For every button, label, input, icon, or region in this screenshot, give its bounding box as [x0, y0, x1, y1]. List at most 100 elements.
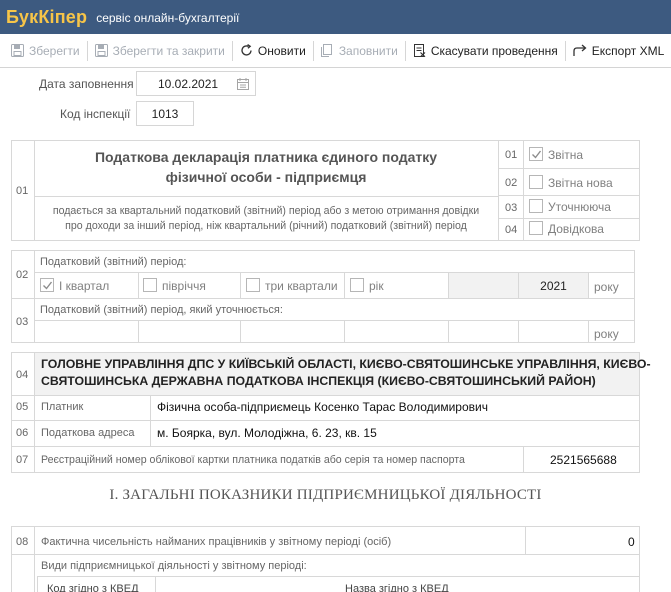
export-xml-button[interactable]: Експорт XML [568, 34, 669, 68]
type-reference-label: Довідкова [548, 222, 604, 236]
address-value[interactable]: м. Боярка, вул. Молодіжна, 6. 23, кв. 15 [157, 426, 377, 440]
cancel-posting-label: Скасувати проведення [430, 43, 558, 58]
period-half-year-label: півріччя [162, 279, 206, 293]
registration-number-label: Реєстраційний номер облікової картки пла… [41, 454, 465, 466]
toolbar-divider [86, 40, 88, 61]
divider [498, 168, 640, 169]
type-reference-checkbox[interactable] [529, 221, 543, 235]
payer-label: Платник [41, 401, 84, 413]
row-number: 05 [16, 401, 29, 413]
divider [155, 576, 156, 592]
divider [11, 395, 640, 396]
divider [344, 272, 345, 298]
fill-date-label: Дата заповнення [39, 77, 134, 91]
period-half-year-checkbox[interactable] [143, 278, 157, 292]
period-q1-checkbox[interactable] [40, 278, 54, 292]
toolbar-divider [231, 40, 233, 61]
period-year-field[interactable]: 2021 [519, 279, 588, 293]
employees-value[interactable]: 0 [628, 535, 635, 549]
type-clarifying-label: Уточнююча [548, 200, 611, 214]
period-year-label: рік [369, 279, 384, 293]
declaration-note: подається за квартальний податковий (зві… [34, 204, 498, 234]
divider [588, 320, 589, 343]
declaration-note-line2: про доходи за інший період, ніж кварталь… [65, 220, 467, 232]
address-label: Податкова адреса [41, 427, 135, 439]
declaration-note-line1: подається за квартальний податковий (зві… [52, 205, 480, 217]
divider [588, 272, 589, 298]
period-year-suffix: року [594, 280, 619, 294]
fill-date-value: 10.02.2021 [158, 76, 219, 91]
tax-authority-line2: СВЯТОШИНСЬКА ДЕРЖАВНА ПОДАТКОВА ІНСПЕКЦІ… [41, 374, 596, 388]
period-three-quarters-checkbox[interactable] [246, 278, 260, 292]
divider [448, 320, 449, 343]
declaration-title: Податкова декларація платника єдиного по… [34, 147, 498, 187]
section-1-title: І. ЗАГАЛЬНІ ПОКАЗНИКИ ПІДПРИЄМНИЦЬКОЇ ДІ… [109, 487, 542, 503]
fill-date-field[interactable]: 10.02.2021 [136, 71, 256, 96]
divider [34, 196, 498, 197]
cancel-posting-button[interactable]: Скасувати проведення [408, 34, 563, 68]
divider [498, 218, 640, 219]
period-correction-title: Податковий (звітний) період, який уточню… [40, 304, 283, 316]
employees-label: Фактична чисельність найманих працівникі… [41, 536, 392, 548]
declaration-title-line1: Податкова декларація платника єдиного по… [94, 149, 438, 165]
checkmark-icon [43, 281, 53, 290]
period-correction-year-suffix: року [594, 327, 619, 341]
row-number: 08 [16, 536, 29, 548]
tax-authority: ГОЛОВНЕ УПРАВЛІННЯ ДПС У КИЇВСЬКІЙ ОБЛАС… [41, 356, 651, 390]
refresh-button[interactable]: Оновити [235, 34, 311, 68]
registration-number-value[interactable]: 2521565688 [550, 453, 617, 467]
column-header-code: Код згідно з КВЕД [47, 583, 139, 592]
row-number: 07 [16, 454, 29, 466]
payer-value[interactable]: Фізична особа-підприємець Косенко Тарас … [157, 400, 488, 414]
type-clarifying-checkbox[interactable] [529, 199, 543, 213]
empty-cell [449, 273, 518, 298]
divider [518, 320, 519, 343]
save-close-button[interactable]: Зберегти та закрити [90, 34, 230, 68]
floppy-icon [94, 44, 108, 57]
divider [498, 195, 640, 196]
divider [34, 250, 35, 343]
calendar-icon[interactable] [237, 78, 249, 90]
fill-button[interactable]: Заповнити [316, 34, 403, 68]
row-number: 03 [16, 316, 29, 328]
divider [344, 320, 345, 343]
export-xml-label: Експорт XML [591, 43, 665, 58]
type-number: 02 [505, 177, 518, 189]
declaration-title-line2: фізичної особи - підприємця [165, 169, 367, 185]
refresh-label: Оновити [257, 43, 306, 58]
type-new-reporting-label: Звітна нова [548, 176, 613, 190]
row-number: 01 [16, 185, 29, 197]
column-header-name: Назва згідно з КВЕД [345, 583, 449, 592]
divider [525, 526, 526, 554]
inspection-code-field[interactable]: 1013 [136, 101, 194, 126]
period-q1-label: І квартал [59, 279, 110, 293]
divider [11, 420, 640, 421]
period-title: Податковий (звітний) період: [40, 256, 187, 268]
toolbar-divider [312, 40, 314, 61]
save-close-label: Зберегти та закрити [112, 43, 225, 58]
divider [34, 526, 35, 592]
period-three-quarters-label: три квартали [265, 279, 338, 293]
document-copy-icon [320, 44, 332, 57]
type-reporting-checkbox[interactable] [529, 147, 543, 161]
document-cancel-icon [413, 44, 426, 57]
divider [11, 298, 635, 299]
divider [523, 140, 524, 241]
fill-label: Заповнити [338, 43, 398, 58]
row-number: 06 [16, 427, 29, 439]
divider [150, 395, 151, 446]
row-number: 02 [16, 269, 29, 281]
divider [498, 140, 499, 241]
type-new-reporting-checkbox[interactable] [529, 175, 543, 189]
period-year-checkbox[interactable] [350, 278, 364, 292]
row-number: 04 [16, 369, 29, 381]
divider [240, 272, 241, 298]
toolbar: Зберегти Зберегти та закрити Оновити Зап… [0, 34, 671, 68]
export-arrow-icon [573, 44, 587, 56]
refresh-icon [241, 44, 252, 56]
divider [240, 320, 241, 343]
divider [11, 554, 640, 555]
divider [138, 320, 139, 343]
floppy-icon [11, 44, 24, 57]
save-button[interactable]: Зберегти [6, 34, 85, 68]
